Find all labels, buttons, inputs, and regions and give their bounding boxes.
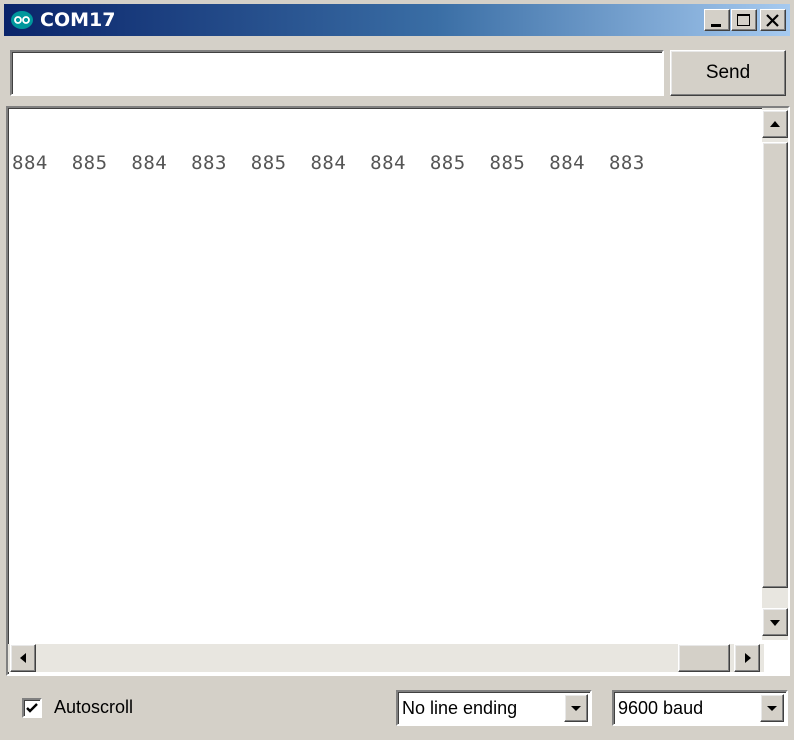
serial-monitor-window: COM17 Send 884 885 884 883 885 884 884 8… [0, 0, 794, 740]
horizontal-scrollbar[interactable] [8, 644, 764, 672]
arrow-left-icon [20, 653, 26, 663]
arrow-right-icon [745, 653, 751, 663]
line-ending-select[interactable]: No line ending [396, 690, 592, 726]
window-title: COM17 [40, 9, 116, 31]
line-ending-value: No line ending [402, 698, 518, 718]
scroll-right-button[interactable] [734, 644, 760, 672]
vertical-scroll-thumb[interactable] [762, 142, 788, 588]
title-bar[interactable]: COM17 [4, 4, 790, 36]
baud-rate-select[interactable]: 9600 baud [612, 690, 788, 726]
scroll-up-button[interactable] [762, 110, 788, 138]
checkmark-icon [26, 703, 38, 713]
horizontal-scroll-track[interactable] [40, 644, 680, 672]
autoscroll-label: Autoscroll [54, 697, 134, 717]
baud-rate-dropdown-button[interactable] [760, 694, 784, 722]
maximize-icon [737, 14, 750, 26]
arrow-up-icon [770, 121, 780, 127]
autoscroll-checkbox[interactable] [22, 698, 42, 718]
baud-rate-value: 9600 baud [618, 698, 704, 718]
maximize-button[interactable] [731, 9, 757, 31]
serial-output-area[interactable]: 884 885 884 883 885 884 884 885 885 884 … [6, 106, 790, 676]
scroll-down-button[interactable] [762, 608, 788, 636]
close-icon [766, 14, 779, 27]
chevron-down-icon [767, 706, 777, 711]
vertical-scrollbar[interactable] [762, 108, 788, 640]
scroll-left-button[interactable] [10, 644, 36, 672]
send-input[interactable] [12, 52, 662, 94]
serial-output-text: 884 885 884 883 885 884 884 885 885 884 … [12, 152, 645, 174]
arduino-infinity-icon [10, 10, 34, 30]
horizontal-scroll-thumb[interactable] [678, 644, 730, 672]
close-button[interactable] [760, 9, 786, 31]
chevron-down-icon [571, 706, 581, 711]
line-ending-dropdown-button[interactable] [564, 694, 588, 722]
minimize-icon [711, 24, 721, 27]
send-input-field[interactable] [10, 50, 664, 96]
minimize-button[interactable] [704, 9, 730, 31]
send-button[interactable]: Send [670, 50, 786, 96]
arrow-down-icon [770, 620, 780, 626]
